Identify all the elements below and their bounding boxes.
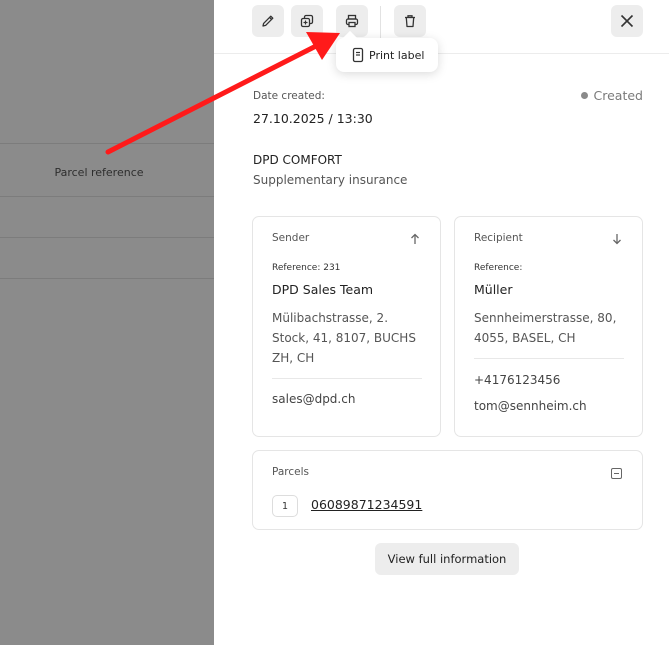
sender-reference: Reference: 231 — [272, 263, 341, 273]
close-icon — [620, 14, 634, 28]
arrow-up-icon — [411, 233, 419, 244]
sender-heading: Sender — [272, 232, 310, 244]
duplicate-icon — [300, 14, 314, 28]
label-icon — [352, 47, 364, 63]
recipient-reference: Reference: — [474, 263, 523, 273]
tooltip-text: Print label — [369, 48, 425, 62]
close-button[interactable] — [611, 5, 643, 37]
parcel-number-link[interactable]: 06089871234591 — [311, 497, 422, 512]
recipient-phone: +4176123456 — [474, 373, 561, 387]
recipient-email: tom@sennheim.ch — [474, 399, 587, 413]
duplicate-button[interactable] — [291, 5, 323, 37]
parcels-card: Parcels 1 06089871234591 — [252, 450, 643, 530]
table-divider — [0, 278, 214, 279]
arrow-down-icon — [613, 234, 621, 245]
table-divider — [0, 196, 214, 197]
column-header-parcel-reference: Parcel reference — [54, 166, 144, 179]
date-created-label: Date created: — [253, 90, 325, 102]
drawer-toolbar — [214, 0, 669, 54]
recipient-divider — [474, 358, 624, 359]
recipient-name: Müller — [474, 282, 513, 297]
collapse-icon[interactable] — [611, 468, 622, 479]
status-badge: Created — [580, 88, 643, 103]
status-dot — [580, 92, 588, 99]
recipient-address: Sennheimerstrasse, 80, 4055, BASEL, CH — [474, 311, 617, 345]
recipient-card: Recipient Reference: Müller Sennheimerst… — [454, 216, 643, 437]
shipment-detail-drawer: Print label Date created: 27.10.2025 / 1… — [214, 0, 669, 645]
parcel-index: 1 — [272, 495, 298, 517]
trash-icon — [405, 15, 415, 28]
table-divider — [0, 143, 214, 144]
service-name: DPD COMFORT — [253, 153, 342, 167]
print-label-tooltip: Print label — [336, 38, 439, 72]
recipient-heading: Recipient — [474, 232, 523, 244]
edit-button[interactable] — [252, 5, 284, 37]
status-text: Created — [593, 88, 643, 103]
sender-name: DPD Sales Team — [272, 282, 374, 297]
pencil-icon — [262, 15, 274, 27]
table-divider — [0, 237, 214, 238]
printer-icon — [345, 14, 359, 28]
toolbar-separator — [380, 6, 381, 38]
view-full-information-button[interactable]: View full information — [375, 543, 519, 575]
parcels-heading: Parcels — [272, 466, 310, 478]
background-overlay[interactable]: Parcel reference — [0, 0, 214, 645]
sender-divider — [272, 378, 422, 379]
date-created-value: 27.10.2025 / 13:30 — [253, 111, 373, 126]
sender-email: sales@dpd.ch — [272, 392, 356, 406]
service-insurance: Supplementary insurance — [253, 173, 408, 187]
delete-button[interactable] — [394, 5, 426, 37]
sender-card: Sender Reference: 231 DPD Sales Team Mül… — [252, 216, 441, 437]
sender-address: Mülibachstrasse, 2. Stock, 41, 8107, BUC… — [272, 311, 416, 365]
